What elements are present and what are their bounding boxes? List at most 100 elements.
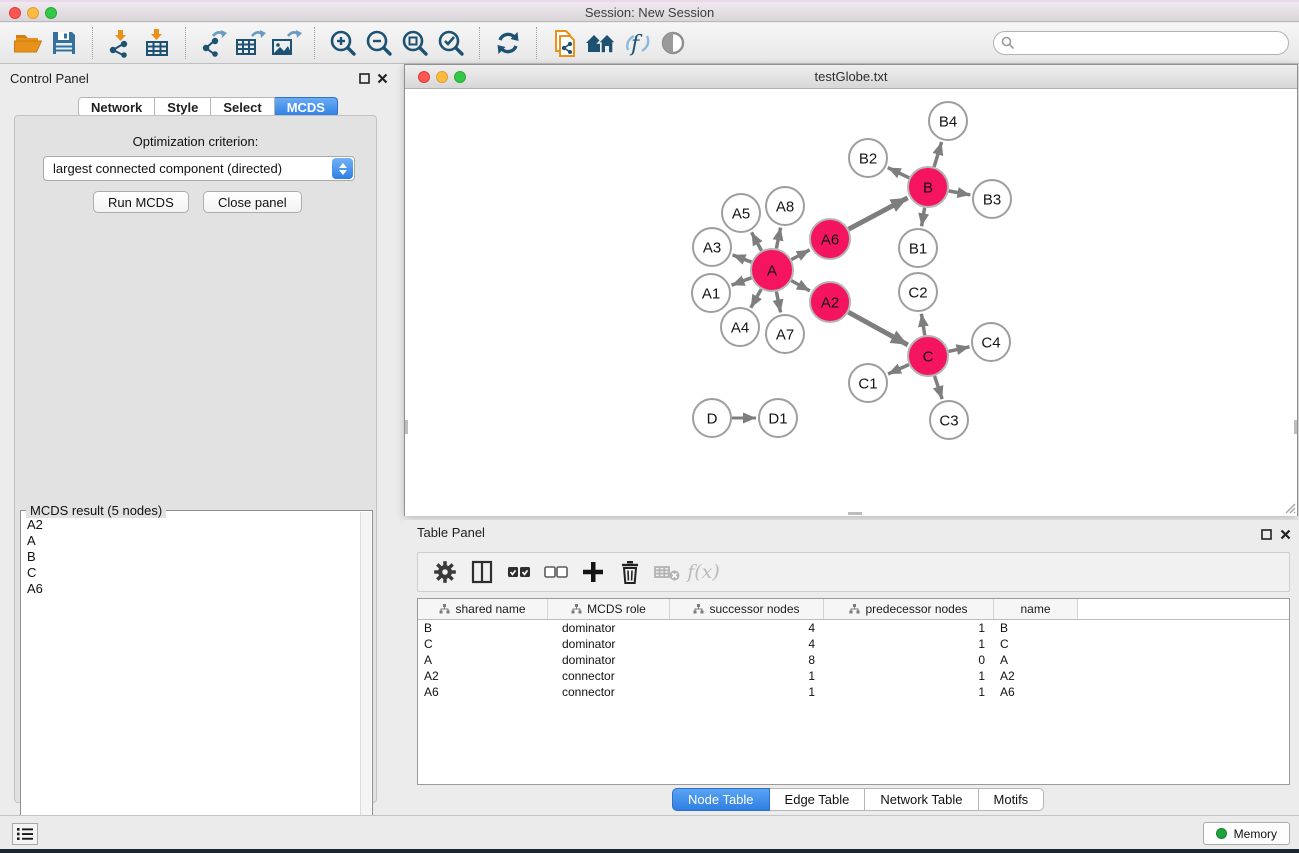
table-cell[interactable]: A2 <box>418 668 548 684</box>
close-panel-icon[interactable] <box>377 73 388 84</box>
table-cell[interactable]: 1 <box>824 636 994 652</box>
tab-select[interactable]: Select <box>211 97 274 117</box>
tab-mcds[interactable]: MCDS <box>275 97 338 117</box>
graph-edge-A-A5[interactable] <box>752 232 762 250</box>
graph-node-A6[interactable]: A6 <box>810 219 850 259</box>
save-session-button[interactable] <box>46 25 82 61</box>
memory-button[interactable]: Memory <box>1203 822 1290 845</box>
table-cell[interactable] <box>1078 636 1289 652</box>
annotation-button[interactable]: f <box>619 25 655 61</box>
select-all-rows-button[interactable] <box>500 554 537 590</box>
graph-edge-A-A4[interactable] <box>751 289 761 308</box>
graph-node-D1[interactable]: D1 <box>759 399 797 437</box>
table-row[interactable]: A6connector11A6 <box>418 684 1289 700</box>
table-cell[interactable]: A6 <box>994 684 1078 700</box>
graph-edge-A-A1[interactable] <box>732 278 752 285</box>
graph-edge-A-A6[interactable] <box>791 250 809 260</box>
graph-node-B4[interactable]: B4 <box>929 102 967 140</box>
graph-node-B[interactable]: B <box>908 167 948 207</box>
select-columns-button[interactable] <box>463 554 500 590</box>
table-row[interactable]: Adominator80A <box>418 652 1289 668</box>
export-table-button[interactable] <box>232 25 268 61</box>
table-row[interactable]: Cdominator41C <box>418 636 1289 652</box>
graph-edge-A-A8[interactable] <box>776 228 780 249</box>
column-header-mcds-role[interactable]: MCDS role <box>548 599 670 619</box>
table-cell[interactable] <box>1078 652 1289 668</box>
table-settings-button[interactable] <box>426 554 463 590</box>
graph-edge-A-A7[interactable] <box>776 292 780 313</box>
export-network-button[interactable] <box>196 25 232 61</box>
graph-node-A3[interactable]: A3 <box>693 228 731 266</box>
graph-node-D[interactable]: D <box>693 399 731 437</box>
table-cell[interactable]: dominator <box>548 636 670 652</box>
tab-network-table[interactable]: Network Table <box>865 788 978 811</box>
column-header-successor-nodes[interactable]: successor nodes <box>670 599 824 619</box>
horizontal-scroll-tick[interactable] <box>848 512 862 515</box>
clone-network-button[interactable] <box>547 25 583 61</box>
table-cell[interactable]: A <box>418 652 548 668</box>
table-cell[interactable]: dominator <box>548 652 670 668</box>
import-network-button[interactable] <box>103 25 139 61</box>
float-panel-icon[interactable] <box>359 73 370 84</box>
graph-edge-C-C4[interactable] <box>948 347 969 352</box>
graph-edge-B-B3[interactable] <box>949 191 971 195</box>
table-cell[interactable] <box>1078 684 1289 700</box>
graph-edge-A6-B[interactable] <box>849 198 908 229</box>
tab-network[interactable]: Network <box>78 97 155 117</box>
table-cell[interactable]: 1 <box>824 620 994 636</box>
tab-node-table[interactable]: Node Table <box>672 788 770 811</box>
graph-edge-A2-C[interactable] <box>848 312 907 345</box>
vertical-scroll-tick[interactable] <box>1294 420 1297 434</box>
table-cell[interactable]: C <box>994 636 1078 652</box>
table-cell[interactable]: A <box>994 652 1078 668</box>
graph-node-C1[interactable]: C1 <box>849 364 887 402</box>
graph-node-C[interactable]: C <box>908 336 948 376</box>
graph-edge-B-B1[interactable] <box>922 208 925 227</box>
table-cell[interactable]: 4 <box>670 620 824 636</box>
resize-grip[interactable] <box>1283 501 1296 514</box>
show-hide-button[interactable] <box>655 25 691 61</box>
table-cell[interactable]: 0 <box>824 652 994 668</box>
network-window-titlebar[interactable]: testGlobe.txt <box>405 65 1297 89</box>
graph-node-A5[interactable]: A5 <box>722 194 760 232</box>
table-cell[interactable] <box>1078 620 1289 636</box>
table-cell[interactable]: dominator <box>548 620 670 636</box>
table-row[interactable]: A2connector11A2 <box>418 668 1289 684</box>
column-header-predecessor-nodes[interactable]: predecessor nodes <box>824 599 994 619</box>
graph-node-A[interactable]: A <box>751 249 793 291</box>
table-cell[interactable]: A6 <box>418 684 548 700</box>
table-cell[interactable]: 1 <box>670 668 824 684</box>
deselect-all-rows-button[interactable] <box>537 554 574 590</box>
table-cell[interactable]: 1 <box>824 668 994 684</box>
column-header-shared-name[interactable]: shared name <box>418 599 548 619</box>
mcds-result-item[interactable]: A6 <box>27 581 372 597</box>
graph-node-A4[interactable]: A4 <box>721 308 759 346</box>
graph-edge-C-C1[interactable] <box>888 365 909 374</box>
graph-edge-A-A2[interactable] <box>791 281 810 291</box>
table-cell[interactable]: connector <box>548 668 670 684</box>
tab-motifs[interactable]: Motifs <box>979 788 1045 811</box>
table-cell[interactable]: 8 <box>670 652 824 668</box>
table-row[interactable]: Bdominator41B <box>418 620 1289 636</box>
delete-column-button[interactable] <box>611 554 648 590</box>
table-cell[interactable]: B <box>418 620 548 636</box>
zoom-in-button[interactable] <box>325 25 361 61</box>
mcds-result-scrollbar[interactable] <box>360 512 371 846</box>
zoom-selected-button[interactable] <box>433 25 469 61</box>
graph-node-C3[interactable]: C3 <box>930 401 968 439</box>
vertical-scroll-tick[interactable] <box>405 420 408 434</box>
tab-style[interactable]: Style <box>155 97 211 117</box>
table-cell[interactable]: C <box>418 636 548 652</box>
function-builder-button[interactable]: f(x) <box>685 554 722 590</box>
refresh-view-button[interactable] <box>490 25 526 61</box>
tab-edge-table[interactable]: Edge Table <box>770 788 866 811</box>
mcds-result-item[interactable]: C <box>27 565 372 581</box>
mcds-result-item[interactable]: A <box>27 533 372 549</box>
zoom-fit-button[interactable] <box>397 25 433 61</box>
graph-node-C2[interactable]: C2 <box>899 273 937 311</box>
search-input[interactable] <box>993 31 1289 55</box>
graph-edge-A-A3[interactable] <box>733 255 752 262</box>
mcds-result-item[interactable]: A2 <box>27 517 372 533</box>
export-image-button[interactable] <box>268 25 304 61</box>
float-panel-icon[interactable] <box>1261 529 1272 540</box>
